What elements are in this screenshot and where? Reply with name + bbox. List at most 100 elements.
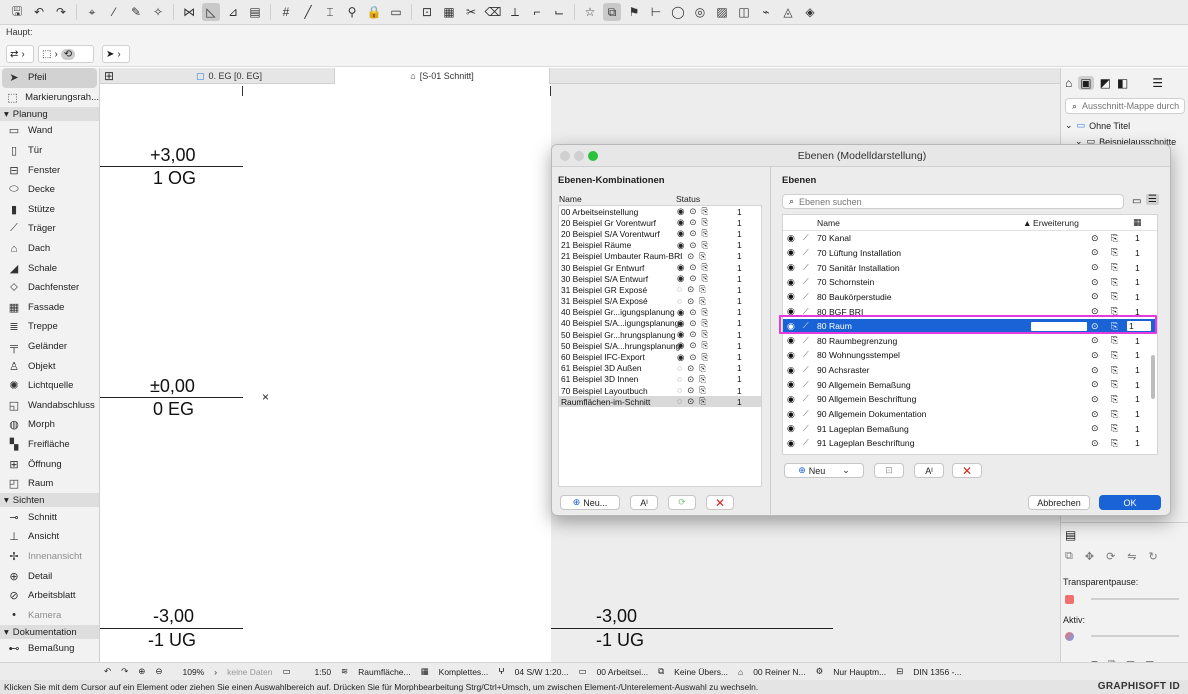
lock-icon[interactable]: ⊙	[689, 240, 696, 251]
lock-icon[interactable]: ⊙	[689, 262, 696, 273]
lock-icon[interactable]: ⊙	[689, 352, 696, 363]
view-map-search-input[interactable]	[1082, 101, 1184, 111]
tool-column[interactable]: ▮ Stütze	[0, 200, 99, 220]
eye-icon[interactable]: ◉	[787, 321, 795, 332]
pen-icon[interactable]: ⎘	[699, 385, 706, 396]
pen-icon[interactable]: ⎘	[699, 251, 706, 262]
pen-icon[interactable]: ⎘	[1111, 423, 1118, 434]
active-color-swatch[interactable]	[1065, 632, 1074, 641]
combos-new-button[interactable]: ⊕ Neu...	[560, 495, 620, 510]
pen-icon[interactable]: ⎘	[1111, 262, 1118, 273]
view-map-search[interactable]: ⌕	[1065, 98, 1185, 114]
tool-interior-elevation[interactable]: ✢ Innenansicht	[0, 547, 99, 567]
globe2-icon[interactable]: ◎	[691, 3, 709, 21]
combo-row[interactable]: 31 Beispiel S/A Exposé ◌ ⊙ ⎘ 1	[559, 296, 761, 307]
tab-section[interactable]: ⌂ [S-01 Schnitt]	[334, 68, 550, 84]
toolbox-section-header[interactable]: ▾ Sichten	[0, 493, 99, 508]
move-icon[interactable]: ✥	[1085, 550, 1094, 563]
redo-view-icon[interactable]: ↷	[121, 666, 128, 677]
pen-icon[interactable]: ⎘	[702, 352, 709, 363]
eye-icon[interactable]: ◉	[677, 240, 684, 251]
eye-icon[interactable]: ◉	[677, 340, 684, 351]
ok-button[interactable]: OK	[1099, 495, 1161, 510]
tool2-icon[interactable]: ⌐	[528, 3, 546, 21]
eye-icon[interactable]: ◉	[787, 291, 795, 302]
scrollbar-thumb[interactable]	[1151, 355, 1155, 399]
tool-railing[interactable]: ╤ Geländer	[0, 337, 99, 357]
pen-icon[interactable]: ⎘	[1111, 247, 1118, 258]
combo-row[interactable]: 21 Beispiel Räume ◉ ⊙ ⎘ 1	[559, 240, 761, 251]
tool-stair[interactable]: ≣ Treppe	[0, 317, 99, 337]
pen-icon[interactable]: ⎘	[1111, 394, 1118, 405]
lock-icon[interactable]: ⊙	[689, 206, 696, 217]
pen-icon[interactable]: ⎘	[1111, 277, 1118, 288]
combo-row[interactable]: 31 Beispiel GR Exposé ◌ ⊙ ⎘ 1	[559, 284, 761, 295]
combo-row[interactable]: 70 Beispiel Layoutbuch ◌ ⊙ ⎘ 1	[559, 385, 761, 396]
combo-row[interactable]: 61 Beispiel 3D Außen ◌ ⊙ ⎘ 1	[559, 363, 761, 374]
undo-view-icon[interactable]: ↶	[104, 666, 111, 677]
pen-icon[interactable]: ⎘	[1111, 379, 1118, 390]
save-icon[interactable]: 🖫	[8, 3, 26, 21]
hash-icon[interactable]: #	[277, 3, 295, 21]
combos-rename-button[interactable]: Aᴵ	[630, 495, 658, 510]
combo-row[interactable]: 40 Beispiel S/A...igungsplanung ◉ ⊙ ⎘ 1	[559, 318, 761, 329]
arrow-select-icon[interactable]: ⌖	[83, 3, 101, 21]
pattern-icon[interactable]: ▦	[440, 3, 458, 21]
eye-icon[interactable]: ◉	[787, 438, 795, 449]
tool-skylight[interactable]: ⬦ Dachfenster	[0, 278, 99, 298]
eye-icon[interactable]: ◉	[787, 379, 795, 390]
pen-icon[interactable]: ⎘	[1111, 291, 1118, 302]
lock-icon[interactable]: ⊙	[687, 363, 694, 374]
list-view-icon[interactable]: ☰	[1146, 194, 1159, 205]
pane-divider[interactable]	[770, 167, 771, 515]
layer-row[interactable]: ◉ ⟋ 80 BGF BRI ⊙ ⎘ 1	[783, 304, 1157, 319]
eye-icon[interactable]: ◉	[787, 409, 795, 420]
lock-icon[interactable]: ⊙	[1091, 247, 1099, 258]
layer-pen-number[interactable]: 1	[1135, 350, 1140, 360]
layers-folder-button[interactable]: ⊡	[874, 463, 904, 478]
undo-icon[interactable]: ↶	[30, 3, 48, 21]
snap-icon[interactable]: ⋈	[180, 3, 198, 21]
trim-icon[interactable]: ✂	[462, 3, 480, 21]
section-canvas[interactable]	[243, 84, 551, 662]
pen-icon[interactable]: ⎘	[1111, 409, 1118, 420]
layout-book-icon[interactable]: ◩	[1100, 76, 1111, 90]
combo-row[interactable]: Raumflächen-im-Schnitt ◌ ⊙ ⎘ 1	[559, 396, 761, 408]
star-icon[interactable]: ☆	[581, 3, 599, 21]
pen-icon[interactable]: ⎘	[702, 240, 709, 251]
layer-row[interactable]: ◉ ⟋ 70 Sanitär Installation ⊙ ⎘ 1	[783, 260, 1157, 275]
layer-pen-number[interactable]: 1	[1135, 380, 1140, 390]
tool-opening[interactable]: ⊞ Öffnung	[0, 454, 99, 474]
tool-marquee[interactable]: ⬚ Markierungsrah...	[0, 88, 99, 108]
layers-rename-button[interactable]: Aᴵ	[914, 463, 944, 478]
eye-icon[interactable]: ◉	[787, 306, 795, 317]
lock-icon[interactable]: ⊙	[1091, 423, 1099, 434]
lock-icon[interactable]: ⊙	[1091, 335, 1099, 346]
lock-icon[interactable]: ⊙	[1091, 365, 1099, 376]
dimension-field[interactable]: DIN 1356 -...	[913, 667, 961, 677]
renovation-field[interactable]: 00 Reiner N...	[753, 667, 805, 677]
eye-icon[interactable]: ◉	[677, 318, 684, 329]
tool-wall[interactable]: ▭ Wand	[0, 121, 99, 141]
lock-icon[interactable]: ⊙	[1091, 262, 1099, 273]
eye-icon[interactable]: ◉	[677, 217, 684, 228]
eye-icon[interactable]: ◉	[787, 277, 795, 288]
eye-icon[interactable]: ◉	[677, 206, 684, 217]
pen-icon[interactable]: ⎘	[1111, 335, 1118, 346]
tool-morph[interactable]: ◍ Morph	[0, 415, 99, 435]
eye-icon[interactable]: ◌	[677, 296, 682, 307]
eye-icon[interactable]: ◉	[787, 335, 795, 346]
pen-icon[interactable]: ⎘	[702, 340, 709, 351]
layers-col-name[interactable]: Name	[817, 218, 840, 228]
line-icon[interactable]: ╱	[299, 3, 317, 21]
lock-icon[interactable]: ⊙	[1091, 379, 1099, 390]
pen-icon[interactable]: ⎘	[1111, 321, 1118, 332]
eye-icon[interactable]: ◉	[677, 352, 684, 363]
eye-icon[interactable]: ◉	[787, 365, 795, 376]
pen-icon[interactable]: ⎘	[1111, 350, 1118, 361]
magic-wand-icon[interactable]: ✧	[149, 3, 167, 21]
lock-icon[interactable]: ⊙	[689, 307, 696, 318]
lock-icon[interactable]: ⊙	[687, 284, 694, 295]
pen-icon[interactable]: ⎘	[1111, 365, 1118, 376]
cancel-button[interactable]: Abbrechen	[1028, 495, 1090, 510]
